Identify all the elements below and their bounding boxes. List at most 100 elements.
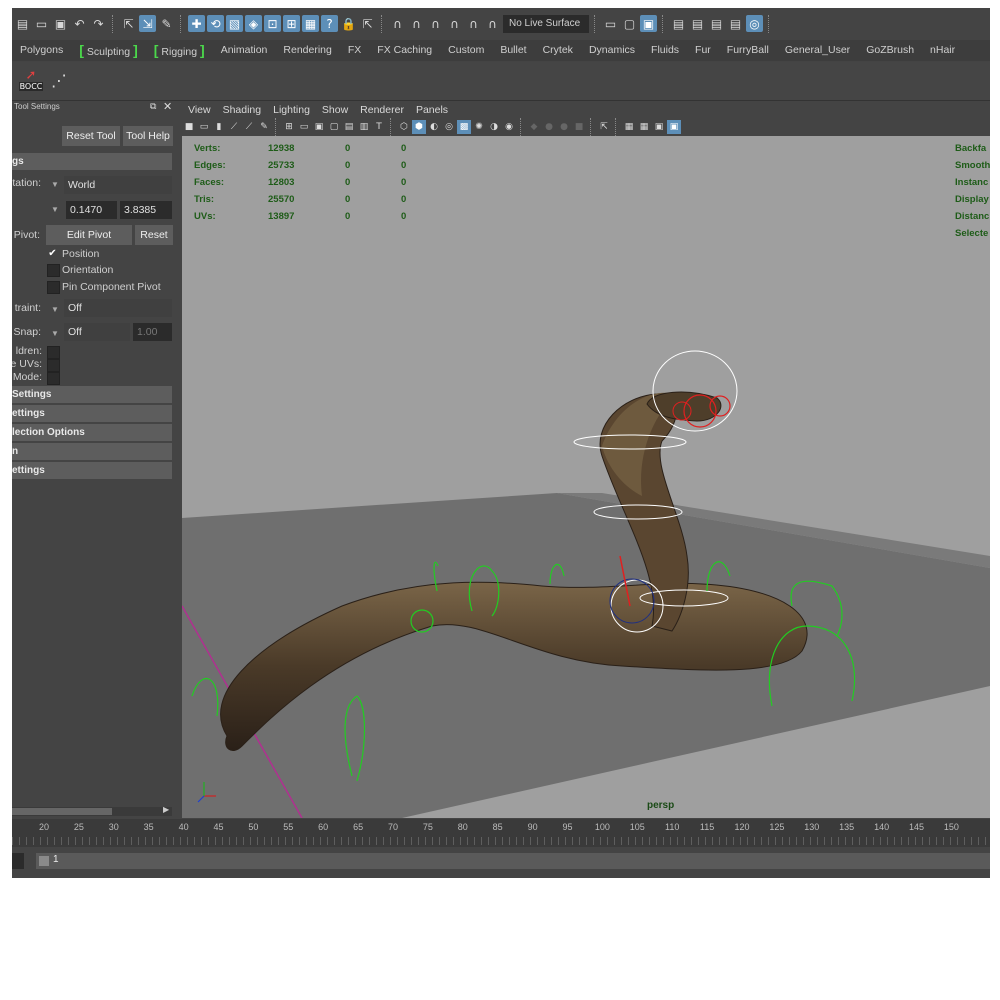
- snap-curve-icon[interactable]: ⊡: [264, 15, 281, 32]
- paint-select-icon[interactable]: ✎: [158, 15, 175, 32]
- shelf-tab-furryball[interactable]: FurryBall: [719, 40, 777, 61]
- render-icon[interactable]: ▤: [670, 15, 687, 32]
- camera-icon[interactable]: ■: [182, 120, 196, 134]
- shelf-tab-sculpting[interactable]: Sculpting: [71, 40, 146, 61]
- magnet-icon[interactable]: ∩: [484, 15, 501, 32]
- horizontal-scrollbar[interactable]: ▶: [12, 805, 172, 816]
- wireframe-on-shaded-icon[interactable]: ◐: [427, 120, 441, 134]
- hypershade-icon[interactable]: ◎: [746, 15, 763, 32]
- camera-attributes-icon[interactable]: ▭: [197, 120, 211, 134]
- shelf-tab-custom[interactable]: Custom: [440, 40, 492, 61]
- constraint-dropdown[interactable]: Off: [64, 299, 172, 317]
- snap-plane-icon[interactable]: ▦: [302, 15, 319, 32]
- move-icon[interactable]: ✚: [188, 15, 205, 32]
- snap-grid-icon[interactable]: ◈: [245, 15, 262, 32]
- reset-tool-button[interactable]: Reset Tool: [62, 126, 120, 146]
- children-checkbox[interactable]: [47, 346, 60, 359]
- menu-panels[interactable]: Panels: [410, 104, 454, 116]
- scroll-right-icon[interactable]: ▶: [163, 805, 169, 814]
- section-header[interactable]: lection Options: [12, 424, 172, 441]
- shelf-tab-fur[interactable]: Fur: [687, 40, 719, 61]
- textured-icon[interactable]: ▩: [457, 119, 471, 134]
- shelf-tab-gozbrush[interactable]: GoZBrush: [858, 40, 922, 61]
- output-icon[interactable]: ▣: [640, 15, 657, 32]
- shelf-tab-crytek[interactable]: Crytek: [535, 40, 581, 61]
- lasso-icon[interactable]: ⇲: [139, 15, 156, 32]
- orientation-dropdown[interactable]: World: [64, 176, 172, 194]
- isolate-select-icon[interactable]: ⇱: [597, 120, 611, 134]
- shelf-tab-dynamics[interactable]: Dynamics: [581, 40, 643, 61]
- pick-icon[interactable]: ⇱: [359, 15, 376, 32]
- shelf-tab-general-user[interactable]: General_User: [777, 40, 858, 61]
- smooth-shade-icon[interactable]: ⬢: [412, 119, 426, 134]
- menu-view[interactable]: View: [182, 104, 217, 116]
- time-slider[interactable]: 20 25 30 35 40 45 50 55 60 65 70 75 80 85 90 95 100 105 11…: [12, 819, 990, 847]
- section-header[interactable]: n: [12, 443, 172, 460]
- snap-dropdown[interactable]: Off: [64, 323, 130, 341]
- stereo-icon[interactable]: ▣: [652, 120, 666, 134]
- select-tool-icon[interactable]: ⇱: [120, 15, 137, 32]
- snap-point-icon[interactable]: ⊞: [283, 15, 300, 32]
- undo-icon[interactable]: ↶: [71, 15, 88, 32]
- shelf-tab-bullet[interactable]: Bullet: [492, 40, 534, 61]
- magnet-icon[interactable]: ∩: [465, 15, 482, 32]
- rotate-icon[interactable]: ⟲: [207, 15, 224, 32]
- scale-icon[interactable]: ▧: [226, 15, 243, 32]
- orientation-checkbox[interactable]: [47, 264, 60, 277]
- safe-action-icon[interactable]: ▥: [357, 120, 371, 134]
- render-view-icon[interactable]: ▤: [689, 15, 706, 32]
- film-gate-icon[interactable]: ▭: [297, 120, 311, 134]
- magnet-icon[interactable]: ∩: [389, 15, 406, 32]
- xray-joints-icon[interactable]: ▦: [622, 120, 636, 134]
- scrollbar-thumb[interactable]: [12, 808, 112, 815]
- save-scene-icon[interactable]: ▣: [52, 15, 69, 32]
- menu-lighting[interactable]: Lighting: [267, 104, 316, 116]
- uvs-checkbox[interactable]: [47, 359, 60, 372]
- float-panel-icon[interactable]: ⧉: [150, 101, 156, 112]
- image-plane-icon[interactable]: ⟋: [227, 120, 241, 134]
- help-icon[interactable]: ?: [321, 15, 338, 32]
- resolution-gate-icon[interactable]: ▣: [312, 120, 326, 134]
- menu-shading[interactable]: Shading: [217, 104, 268, 116]
- shelf-tab-polygons[interactable]: Polygons: [12, 40, 71, 61]
- shelf-tab-rigging[interactable]: Rigging: [146, 40, 213, 61]
- magnet-icon[interactable]: ∩: [427, 15, 444, 32]
- exposure-icon[interactable]: ▣: [667, 119, 681, 134]
- shelf-tab-rendering[interactable]: Rendering: [275, 40, 339, 61]
- menu-show[interactable]: Show: [316, 104, 354, 116]
- close-icon[interactable]: ✕: [163, 100, 172, 113]
- section-header[interactable]: Settings: [12, 386, 172, 403]
- section-header[interactable]: ettings: [12, 462, 172, 479]
- bookmark-icon[interactable]: ▮: [212, 120, 226, 134]
- magnet-icon[interactable]: ∩: [446, 15, 463, 32]
- range-slider-bar[interactable]: 1: [36, 853, 990, 869]
- xray-icon[interactable]: ◎: [442, 120, 456, 134]
- gate-mask-icon[interactable]: ▢: [327, 120, 341, 134]
- mode-checkbox[interactable]: [47, 372, 60, 385]
- value-field-1[interactable]: 0.1470: [66, 201, 117, 219]
- shelf-tab-animation[interactable]: Animation: [213, 40, 276, 61]
- pin-component-pivot-checkbox[interactable]: [47, 281, 60, 294]
- viewport-persp[interactable]: Verts: 12938 0 0 Edges: 25733 0 0 Faces:…: [182, 136, 990, 818]
- shelf-tab-fx[interactable]: FX: [340, 40, 369, 61]
- ipr-icon[interactable]: ▤: [708, 15, 725, 32]
- bocc-shelf-button[interactable]: ➚ BOCC: [18, 66, 44, 94]
- history-icon[interactable]: ▭: [602, 15, 619, 32]
- ambient-occlusion-icon[interactable]: ◉: [502, 120, 516, 134]
- hardware-fog-icon[interactable]: ■: [572, 120, 586, 134]
- live-surface-field[interactable]: No Live Surface: [503, 14, 589, 33]
- use-all-lights-icon[interactable]: ✺: [472, 120, 486, 134]
- shadows-icon[interactable]: ◑: [487, 120, 501, 134]
- reset-pivot-button[interactable]: Reset: [135, 225, 173, 245]
- safe-title-icon[interactable]: T: [372, 120, 386, 134]
- value-field-2[interactable]: 3.8385: [120, 201, 172, 219]
- redo-icon[interactable]: ↷: [90, 15, 107, 32]
- edit-pivot-button[interactable]: Edit Pivot: [46, 225, 132, 245]
- open-scene-icon[interactable]: ▭: [33, 15, 50, 32]
- section-header-top[interactable]: gs: [12, 153, 172, 170]
- grid-icon[interactable]: ⊞: [282, 120, 296, 134]
- field-chart-icon[interactable]: ▤: [342, 120, 356, 134]
- range-handle-icon[interactable]: [39, 856, 49, 866]
- shelf-tab-fluids[interactable]: Fluids: [643, 40, 687, 61]
- menu-renderer[interactable]: Renderer: [354, 104, 410, 116]
